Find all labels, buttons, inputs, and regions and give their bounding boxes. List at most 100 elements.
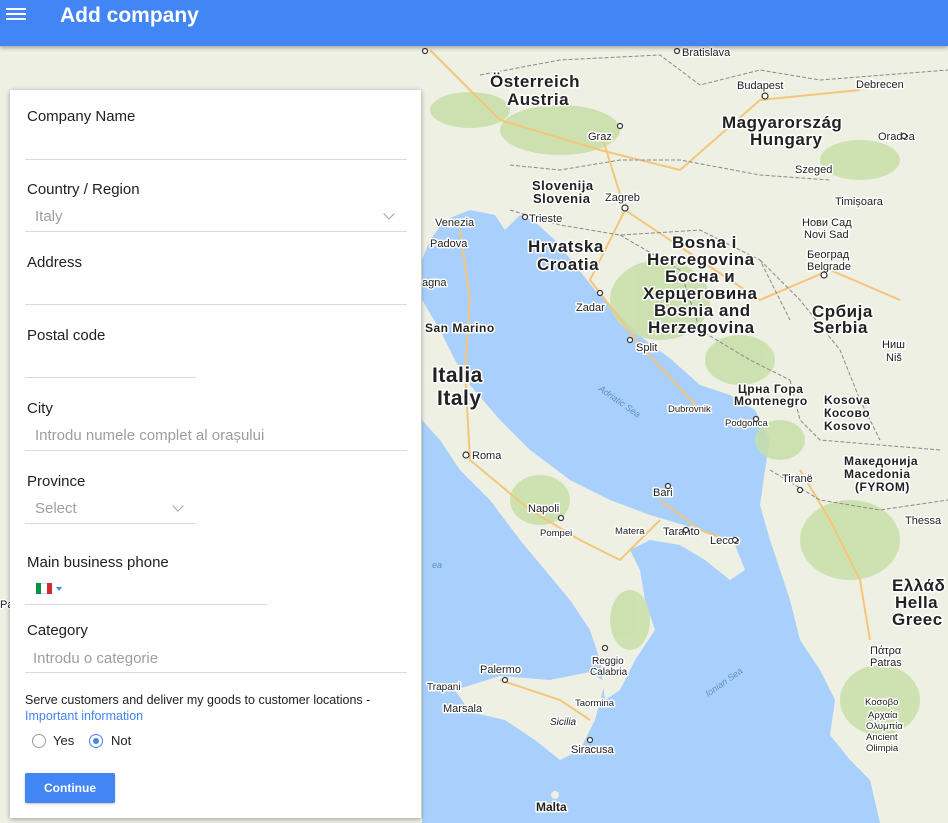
label-macedonia-1: Македонија (844, 454, 918, 468)
label-pompei: Pompei (540, 528, 572, 539)
label-trieste: Trieste (529, 213, 562, 225)
label-ragna: agna (422, 277, 447, 289)
label-patra-2: Patras (870, 657, 902, 669)
label-bih-6: Herzegovina (648, 318, 755, 337)
label-italy: Italy (437, 387, 482, 410)
label-sicilia: Sicilia (550, 717, 577, 728)
address-field[interactable] (25, 304, 407, 305)
company-name-field[interactable] (25, 159, 407, 160)
city-input[interactable]: Introdu numele complet al orașului (35, 427, 264, 444)
radio-yes[interactable] (32, 734, 46, 748)
city-field-underline (25, 450, 407, 451)
label-kosovo-1: Kosova (824, 393, 870, 407)
label-beograd-2: Belgrade (807, 261, 851, 273)
province-select[interactable]: Select (35, 500, 77, 517)
province-label: Province (27, 473, 86, 490)
label-zadar: Zadar (576, 302, 605, 314)
label-nis-2: Niš (886, 352, 902, 364)
label-bratislava: Bratislava (682, 47, 731, 59)
label-timisoara: Timișoara (835, 196, 884, 208)
label-kosovo-3: Kosovo (824, 419, 871, 433)
label-kosovo-g: Κοσοβο (865, 697, 898, 708)
label-oradea: Oradea (878, 131, 916, 143)
category-input[interactable]: Introdu o categorie (33, 650, 158, 667)
radio-yes-label: Yes (53, 733, 75, 748)
serve-customers-text: Serve customers and deliver my goods to … (25, 693, 371, 707)
phone-label: Main business phone (27, 554, 169, 571)
chevron-down-icon[interactable] (383, 208, 395, 220)
label-novisad-1: Нови Сад (802, 217, 852, 229)
label-olympia-3: Ancient (866, 732, 898, 743)
radio-not[interactable] (89, 734, 103, 748)
postal-code-label: Postal code (27, 327, 106, 344)
caret-down-icon[interactable] (56, 587, 62, 591)
label-tirane: Tiranë (782, 473, 813, 485)
label-reggio-2: Calabria (590, 667, 628, 678)
label-olympia-1: Αρχαία (868, 710, 898, 721)
label-macedonia-3: (FYROM) (855, 480, 910, 494)
label-taranto: Taranto (663, 526, 700, 538)
label-thessa: Thessa (905, 515, 942, 527)
label-podgorica: Podgorica (725, 418, 768, 429)
label-padova: Padova (430, 238, 468, 250)
label-reggio-1: Reggio (592, 656, 624, 667)
label-patra-1: Πάτρα (870, 645, 902, 657)
label-olympia-4: Olimpia (866, 743, 899, 754)
italy-flag-icon[interactable] (36, 583, 52, 594)
label-austria: Austria (507, 90, 569, 109)
country-field-underline (25, 231, 407, 232)
label-montenegro: Montenegro (734, 394, 808, 408)
label-matera: Matera (615, 526, 645, 537)
label-austria-local: Österreich (490, 72, 580, 91)
important-information-link[interactable]: Important information (25, 709, 143, 723)
label-serbia: Serbia (813, 318, 868, 337)
label-roma: Roma (472, 450, 502, 462)
continue-button[interactable]: Continue (25, 773, 115, 803)
postal-code-field[interactable] (25, 377, 196, 378)
page-title: Add company (60, 4, 199, 27)
label-tyrrhenian-sea: ea (432, 560, 442, 570)
add-company-form: Company Name Country / Region Italy Addr… (10, 90, 421, 818)
label-italy-local: Italia (432, 364, 483, 387)
label-slovenia: Slovenia (533, 191, 591, 206)
label-hungary: Hungary (750, 130, 823, 149)
label-beograd-1: Београд (807, 249, 850, 261)
label-marsala: Marsala (443, 703, 483, 715)
label-malta: Malta (536, 800, 567, 814)
province-field-underline (25, 523, 196, 524)
label-san-marino: San Marino (425, 321, 495, 335)
label-macedonia-2: Macedonia (844, 467, 911, 481)
city-label: City (27, 400, 53, 417)
label-nis-1: Ниш (882, 339, 905, 351)
label-greece-3: Greec (892, 610, 943, 629)
label-olympia-2: Ολυμπία (866, 721, 903, 732)
category-label: Category (27, 622, 88, 639)
country-select[interactable]: Italy (35, 208, 63, 225)
phone-field[interactable] (25, 604, 267, 605)
label-split: Split (636, 342, 657, 354)
label-venezia: Venezia (435, 217, 475, 229)
label-croatia: Croatia (537, 255, 599, 274)
label-croatia-local: Hrvatska (528, 237, 604, 256)
label-palermo: Palermo (480, 664, 521, 676)
label-trapani: Trapani (427, 682, 461, 693)
label-bari: Bari (653, 487, 673, 499)
label-siracusa: Siracusa (571, 744, 615, 756)
hamburger-menu-icon[interactable] (6, 5, 26, 25)
address-label: Address (27, 254, 83, 271)
label-budapest: Budapest (737, 80, 783, 92)
country-label: Country / Region (27, 181, 140, 198)
label-zagreb: Zagreb (605, 192, 640, 204)
malta-land (551, 791, 559, 799)
label-debrecen: Debrecen (856, 79, 904, 91)
label-graz: Graz (588, 131, 612, 143)
chevron-down-icon[interactable] (172, 500, 184, 512)
company-name-label: Company Name (27, 108, 136, 125)
label-kosovo-2: Косово (824, 406, 870, 420)
label-napoli: Napoli (528, 503, 559, 515)
label-szeged: Szeged (795, 164, 832, 176)
app-header: Add company (0, 0, 948, 46)
label-dubrovnik: Dubrovnik (668, 404, 711, 415)
category-field-underline (25, 672, 407, 673)
label-taormina: Taormina (575, 698, 615, 709)
